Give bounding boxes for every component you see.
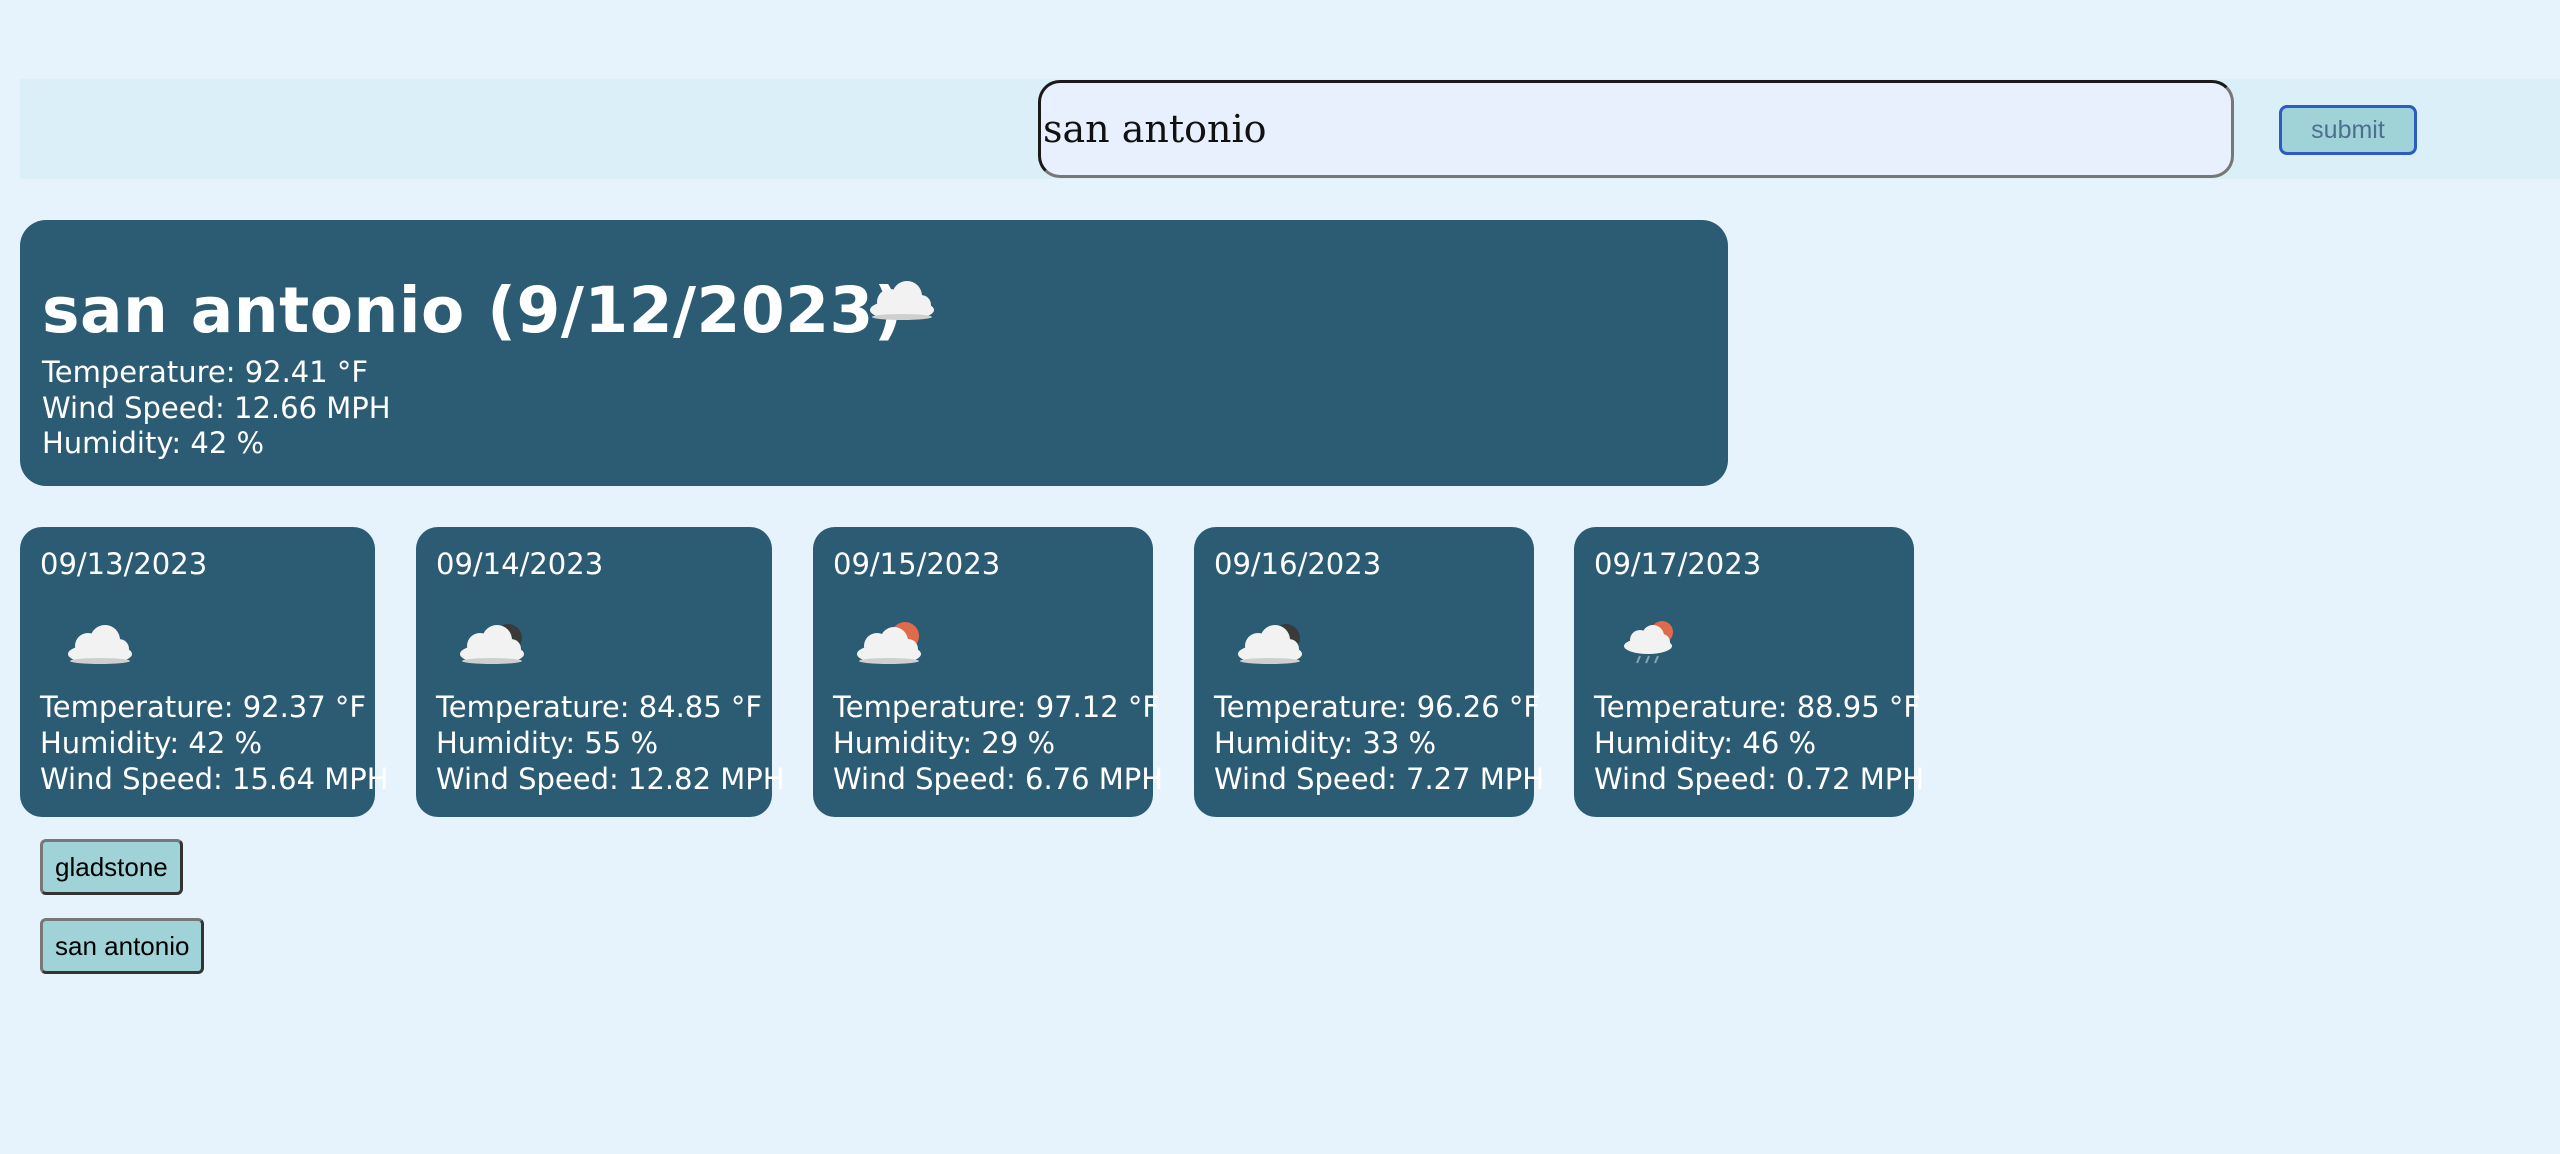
forecast-humidity: Humidity: 42 % (40, 726, 263, 760)
city-search-input[interactable] (1038, 80, 2234, 178)
current-city-title: san antonio (9/12/2023) (42, 274, 904, 347)
forecast-humidity: Humidity: 55 % (436, 726, 659, 760)
forecast-temperature: Temperature: 84.85 °F (436, 690, 763, 724)
cloud-sun-icon (857, 622, 921, 664)
cloud-night-icon (1238, 624, 1302, 664)
forecast-temperature: Temperature: 96.26 °F (1214, 690, 1541, 724)
forecast-temperature: Temperature: 88.95 °F (1594, 690, 1921, 724)
forecast-temperature: Temperature: 92.37 °F (40, 690, 367, 724)
history-button-san-antonio[interactable]: san antonio (40, 918, 205, 974)
forecast-wind-speed: Wind Speed: 15.64 MPH (40, 762, 389, 796)
forecast-humidity: Humidity: 29 % (833, 726, 1056, 760)
forecast-card: 09/17/2023 Temperature: 88.95 °F Humidit… (1574, 527, 1924, 817)
forecast-wind-speed: Wind Speed: 12.82 MPH (436, 762, 785, 796)
forecast-date: 09/16/2023 (1214, 547, 1382, 581)
forecast-humidity: Humidity: 46 % (1594, 726, 1817, 760)
current-temperature: Temperature: 92.41 °F (42, 355, 369, 389)
submit-button[interactable]: submit (2279, 105, 2417, 155)
forecast-date: 09/14/2023 (436, 547, 604, 581)
current-wind-speed: Wind Speed: 12.66 MPH (42, 391, 391, 425)
forecast-card: 09/15/2023 Temperature: 97.12 °F Humidit… (813, 527, 1163, 817)
history-button-gladstone[interactable]: gladstone (40, 839, 183, 895)
forecast-humidity: Humidity: 33 % (1214, 726, 1437, 760)
forecast-date: 09/13/2023 (40, 547, 208, 581)
forecast-date: 09/15/2023 (833, 547, 1001, 581)
forecast-wind-speed: Wind Speed: 6.76 MPH (833, 762, 1164, 796)
cloud-icon (68, 625, 132, 664)
forecast-date: 09/17/2023 (1594, 547, 1762, 581)
forecast-wind-speed: Wind Speed: 0.72 MPH (1594, 762, 1925, 796)
cloud-night-icon (460, 624, 524, 664)
forecast-card: 09/13/2023 Temperature: 92.37 °F Humidit… (20, 527, 389, 817)
forecast-temperature: Temperature: 97.12 °F (833, 690, 1160, 724)
current-humidity: Humidity: 42 % (42, 426, 265, 460)
forecast-card: 09/14/2023 Temperature: 84.85 °F Humidit… (416, 527, 785, 817)
forecast-card: 09/16/2023 Temperature: 96.26 °F Humidit… (1194, 527, 1544, 817)
rain-sun-icon (1624, 621, 1673, 664)
current-weather-card: san antonio (9/12/2023) Temperature: 92.… (20, 220, 1728, 486)
cloud-icon (870, 281, 934, 320)
forecast-wind-speed: Wind Speed: 7.27 MPH (1214, 762, 1545, 796)
